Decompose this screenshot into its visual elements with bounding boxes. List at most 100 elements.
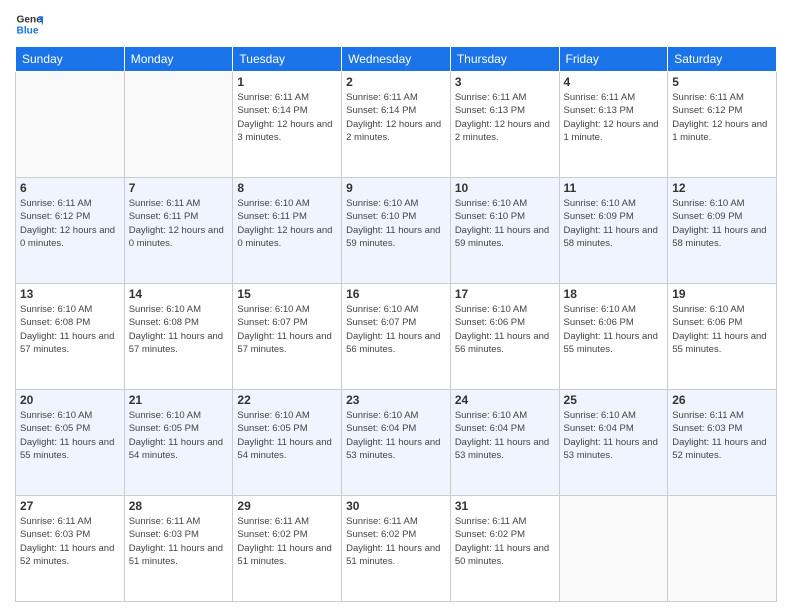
day-number: 27 bbox=[20, 499, 120, 513]
weekday-header-saturday: Saturday bbox=[668, 47, 777, 72]
day-info: Sunrise: 6:10 AM Sunset: 6:04 PM Dayligh… bbox=[346, 409, 446, 462]
weekday-header-friday: Friday bbox=[559, 47, 668, 72]
day-info: Sunrise: 6:10 AM Sunset: 6:04 PM Dayligh… bbox=[564, 409, 664, 462]
calendar-cell: 10 Sunrise: 6:10 AM Sunset: 6:10 PM Dayli… bbox=[450, 178, 559, 284]
day-info: Sunrise: 6:10 AM Sunset: 6:06 PM Dayligh… bbox=[672, 303, 772, 356]
calendar-cell: 8 Sunrise: 6:10 AM Sunset: 6:11 PM Daylig… bbox=[233, 178, 342, 284]
calendar-cell: 1 Sunrise: 6:11 AM Sunset: 6:14 PM Daylig… bbox=[233, 72, 342, 178]
day-number: 20 bbox=[20, 393, 120, 407]
day-number: 24 bbox=[455, 393, 555, 407]
day-info: Sunrise: 6:10 AM Sunset: 6:05 PM Dayligh… bbox=[237, 409, 337, 462]
calendar-week-row: 13 Sunrise: 6:10 AM Sunset: 6:08 PM Dayli… bbox=[16, 284, 777, 390]
calendar-cell: 27 Sunrise: 6:11 AM Sunset: 6:03 PM Dayli… bbox=[16, 496, 125, 602]
day-number: 4 bbox=[564, 75, 664, 89]
day-info: Sunrise: 6:10 AM Sunset: 6:09 PM Dayligh… bbox=[672, 197, 772, 250]
day-info: Sunrise: 6:11 AM Sunset: 6:03 PM Dayligh… bbox=[20, 515, 120, 568]
day-number: 9 bbox=[346, 181, 446, 195]
weekday-header-sunday: Sunday bbox=[16, 47, 125, 72]
day-number: 5 bbox=[672, 75, 772, 89]
calendar-cell: 19Sunrise: 6:10 AM Sunset: 6:06 PM Dayli… bbox=[668, 284, 777, 390]
calendar-cell: 20Sunrise: 6:10 AM Sunset: 6:05 PM Dayli… bbox=[16, 390, 125, 496]
calendar-cell: 14 Sunrise: 6:10 AM Sunset: 6:08 PM Dayli… bbox=[124, 284, 233, 390]
day-number: 1 bbox=[237, 75, 337, 89]
calendar-week-row: 20 Sunrise: 6:10 AM Sunset: 6:05 PM Dayli… bbox=[16, 390, 777, 496]
calendar-cell bbox=[668, 496, 777, 602]
calendar-week-row: 6 Sunrise: 6:11 AM Sunset: 6:12 PM Daylig… bbox=[16, 178, 777, 284]
day-info: Sunrise: 6:11 AM Sunset: 6:12 PM Dayligh… bbox=[672, 91, 772, 144]
day-info: Sunrise: 6:10 AM Sunset: 6:04 PM Dayligh… bbox=[455, 409, 555, 462]
day-info: Sunrise: 6:10 AM Sunset: 6:07 PM Dayligh… bbox=[346, 303, 446, 356]
weekday-header-thursday: Thursday bbox=[450, 47, 559, 72]
day-number: 12 bbox=[672, 181, 772, 195]
weekday-header-monday: Monday bbox=[124, 47, 233, 72]
day-info: Sunrise: 6:11 AM Sunset: 6:02 PM Dayligh… bbox=[455, 515, 555, 568]
day-info: Sunrise: 6:11 AM Sunset: 6:14 PM Dayligh… bbox=[346, 91, 446, 144]
calendar-cell: 12 Sunrise: 6:10 AM Sunset: 6:09 PM Dayli… bbox=[668, 178, 777, 284]
day-info: Sunrise: 6:10 AM Sunset: 6:08 PM Dayligh… bbox=[20, 303, 120, 356]
day-number: 16 bbox=[346, 287, 446, 301]
day-number: 10 bbox=[455, 181, 555, 195]
day-number: 17 bbox=[455, 287, 555, 301]
calendar-cell: 3 Sunrise: 6:11 AM Sunset: 6:13 PM Daylig… bbox=[450, 72, 559, 178]
calendar-cell: 5 Sunrise: 6:11 AM Sunset: 6:12 PM Daylig… bbox=[668, 72, 777, 178]
day-number: 30 bbox=[346, 499, 446, 513]
day-number: 26 bbox=[672, 393, 772, 407]
day-number: 28 bbox=[129, 499, 229, 513]
calendar-cell: 23 Sunrise: 6:10 AM Sunset: 6:04 PM Dayli… bbox=[342, 390, 451, 496]
calendar-cell: 15Sunrise: 6:10 AM Sunset: 6:07 PM Dayli… bbox=[233, 284, 342, 390]
day-number: 14 bbox=[129, 287, 229, 301]
calendar-cell: 26 Sunrise: 6:11 AM Sunset: 6:03 PM Dayli… bbox=[668, 390, 777, 496]
day-number: 23 bbox=[346, 393, 446, 407]
calendar-cell: 25Sunrise: 6:10 AM Sunset: 6:04 PM Dayli… bbox=[559, 390, 668, 496]
calendar-week-row: 27 Sunrise: 6:11 AM Sunset: 6:03 PM Dayli… bbox=[16, 496, 777, 602]
weekday-header-tuesday: Tuesday bbox=[233, 47, 342, 72]
calendar-cell: 28 Sunrise: 6:11 AM Sunset: 6:03 PM Dayli… bbox=[124, 496, 233, 602]
day-info: Sunrise: 6:11 AM Sunset: 6:11 PM Dayligh… bbox=[129, 197, 229, 250]
day-info: Sunrise: 6:11 AM Sunset: 6:03 PM Dayligh… bbox=[129, 515, 229, 568]
day-info: Sunrise: 6:11 AM Sunset: 6:13 PM Dayligh… bbox=[455, 91, 555, 144]
calendar-cell: 2 Sunrise: 6:11 AM Sunset: 6:14 PM Daylig… bbox=[342, 72, 451, 178]
svg-text:Blue: Blue bbox=[17, 25, 39, 36]
svg-text:General: General bbox=[17, 14, 43, 25]
logo: General Blue bbox=[15, 10, 43, 38]
day-number: 8 bbox=[237, 181, 337, 195]
calendar-cell: 24 Sunrise: 6:10 AM Sunset: 6:04 PM Dayli… bbox=[450, 390, 559, 496]
day-number: 21 bbox=[129, 393, 229, 407]
day-number: 13 bbox=[20, 287, 120, 301]
day-number: 11 bbox=[564, 181, 664, 195]
day-info: Sunrise: 6:11 AM Sunset: 6:13 PM Dayligh… bbox=[564, 91, 664, 144]
day-info: Sunrise: 6:11 AM Sunset: 6:12 PM Dayligh… bbox=[20, 197, 120, 250]
day-number: 6 bbox=[20, 181, 120, 195]
header: General Blue bbox=[15, 10, 777, 38]
day-number: 29 bbox=[237, 499, 337, 513]
calendar-cell: 9 Sunrise: 6:10 AM Sunset: 6:10 PM Daylig… bbox=[342, 178, 451, 284]
calendar-cell: 6 Sunrise: 6:11 AM Sunset: 6:12 PM Daylig… bbox=[16, 178, 125, 284]
calendar-cell bbox=[16, 72, 125, 178]
day-info: Sunrise: 6:11 AM Sunset: 6:02 PM Dayligh… bbox=[237, 515, 337, 568]
calendar-cell: 7 Sunrise: 6:11 AM Sunset: 6:11 PM Daylig… bbox=[124, 178, 233, 284]
day-info: Sunrise: 6:10 AM Sunset: 6:08 PM Dayligh… bbox=[129, 303, 229, 356]
calendar-cell: 13 Sunrise: 6:10 AM Sunset: 6:08 PM Dayli… bbox=[16, 284, 125, 390]
calendar-cell: 22 Sunrise: 6:10 AM Sunset: 6:05 PM Dayli… bbox=[233, 390, 342, 496]
day-number: 3 bbox=[455, 75, 555, 89]
day-number: 18 bbox=[564, 287, 664, 301]
day-info: Sunrise: 6:11 AM Sunset: 6:03 PM Dayligh… bbox=[672, 409, 772, 462]
calendar-cell: 18Sunrise: 6:10 AM Sunset: 6:06 PM Dayli… bbox=[559, 284, 668, 390]
calendar-cell: 4 Sunrise: 6:11 AM Sunset: 6:13 PM Daylig… bbox=[559, 72, 668, 178]
day-number: 2 bbox=[346, 75, 446, 89]
calendar-table: SundayMondayTuesdayWednesdayThursdayFrid… bbox=[15, 46, 777, 602]
calendar-cell: 29 Sunrise: 6:11 AM Sunset: 6:02 PM Dayli… bbox=[233, 496, 342, 602]
day-info: Sunrise: 6:10 AM Sunset: 6:11 PM Dayligh… bbox=[237, 197, 337, 250]
weekday-header-wednesday: Wednesday bbox=[342, 47, 451, 72]
day-number: 22 bbox=[237, 393, 337, 407]
calendar-cell: 21Sunrise: 6:10 AM Sunset: 6:05 PM Dayli… bbox=[124, 390, 233, 496]
calendar-week-row: 1 Sunrise: 6:11 AM Sunset: 6:14 PM Daylig… bbox=[16, 72, 777, 178]
day-number: 7 bbox=[129, 181, 229, 195]
day-info: Sunrise: 6:11 AM Sunset: 6:14 PM Dayligh… bbox=[237, 91, 337, 144]
day-info: Sunrise: 6:10 AM Sunset: 6:10 PM Dayligh… bbox=[346, 197, 446, 250]
page: General Blue SundayMondayTuesdayWednesda… bbox=[0, 0, 792, 612]
calendar-cell: 30Sunrise: 6:11 AM Sunset: 6:02 PM Dayli… bbox=[342, 496, 451, 602]
day-info: Sunrise: 6:10 AM Sunset: 6:10 PM Dayligh… bbox=[455, 197, 555, 250]
logo-icon: General Blue bbox=[15, 10, 43, 38]
day-info: Sunrise: 6:10 AM Sunset: 6:09 PM Dayligh… bbox=[564, 197, 664, 250]
